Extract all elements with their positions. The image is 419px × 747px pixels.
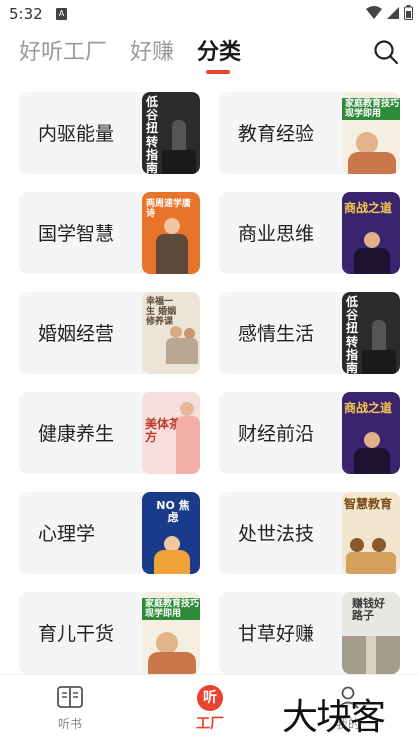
category-thumbnail: 赚钱好路子 bbox=[342, 592, 400, 674]
category-card-love[interactable]: 感情生活 低谷扭转指南 bbox=[219, 292, 400, 374]
nav-item-books[interactable]: 听书 bbox=[40, 685, 100, 732]
category-card-social-skills[interactable]: 处世法技 智慧教育 bbox=[219, 492, 400, 574]
category-grid: 内驱能量 低谷扭转指南 教育经验 家庭教育技巧 现学即用 国学智慧 两周速学唐诗… bbox=[0, 92, 419, 674]
category-card-health[interactable]: 健康养生 美体茶方 bbox=[19, 392, 200, 474]
active-tab-indicator bbox=[206, 70, 230, 74]
category-card-neiqu[interactable]: 内驱能量 低谷扭转指南 bbox=[19, 92, 200, 174]
category-label: 感情生活 bbox=[238, 323, 315, 345]
category-card-psychology[interactable]: 心理学 NO 焦虑 bbox=[19, 492, 200, 574]
category-label: 健康养生 bbox=[38, 423, 115, 445]
category-label: 教育经验 bbox=[238, 123, 315, 145]
category-thumbnail: 智慧教育 bbox=[342, 492, 400, 574]
category-label: 财经前沿 bbox=[238, 423, 315, 445]
watermark-logo: 大块客 bbox=[282, 697, 386, 738]
category-label: 心理学 bbox=[38, 523, 96, 545]
category-card-gancao-earn[interactable]: 甘草好赚 赚钱好路子 bbox=[219, 592, 400, 674]
category-thumbnail: 家庭教育技巧 现学即用 bbox=[142, 592, 200, 674]
book-icon bbox=[57, 686, 83, 708]
category-thumbnail: 幸福一生 婚姻修养课 bbox=[142, 292, 200, 374]
nav-label: 听书 bbox=[57, 717, 82, 731]
category-thumbnail: 家庭教育技巧 现学即用 bbox=[342, 92, 400, 174]
category-card-parenting[interactable]: 育儿干货 家庭教育技巧 现学即用 bbox=[19, 592, 200, 674]
category-card-finance[interactable]: 财经前沿 商战之道 bbox=[219, 392, 400, 474]
status-time: 5:32 bbox=[9, 5, 43, 23]
wifi-icon bbox=[366, 5, 382, 24]
notification-icon: A bbox=[56, 8, 67, 20]
status-icons bbox=[366, 5, 413, 24]
category-card-guoxue[interactable]: 国学智慧 两周速学唐诗 bbox=[19, 192, 200, 274]
category-card-education[interactable]: 教育经验 家庭教育技巧 现学即用 bbox=[219, 92, 400, 174]
category-label: 甘草好赚 bbox=[238, 623, 315, 645]
listen-factory-icon: 听 bbox=[197, 685, 223, 711]
category-card-marriage[interactable]: 婚姻经营 幸福一生 婚姻修养课 bbox=[19, 292, 200, 374]
battery-icon bbox=[404, 5, 413, 24]
category-thumbnail: NO 焦虑 bbox=[142, 492, 200, 574]
category-thumbnail: 两周速学唐诗 bbox=[142, 192, 200, 274]
category-label: 内驱能量 bbox=[38, 123, 115, 145]
category-label: 婚姻经营 bbox=[38, 323, 115, 345]
category-label: 育儿干货 bbox=[38, 623, 115, 645]
category-card-business[interactable]: 商业思维 商战之道 bbox=[219, 192, 400, 274]
category-label: 处世法技 bbox=[238, 523, 315, 545]
category-thumbnail: 美体茶方 bbox=[142, 392, 200, 474]
search-icon bbox=[374, 40, 399, 65]
nav-label: 工厂 bbox=[196, 716, 224, 732]
status-bar: 5:32 A bbox=[0, 0, 419, 30]
tab-category[interactable]: 分类 bbox=[197, 34, 241, 66]
search-button[interactable] bbox=[373, 39, 399, 65]
category-label: 国学智慧 bbox=[38, 223, 115, 245]
nav-item-factory[interactable]: 听 工厂 bbox=[180, 685, 240, 733]
signal-icon bbox=[386, 5, 400, 24]
category-label: 商业思维 bbox=[238, 223, 315, 245]
top-tabs: 好听工厂 好赚 分类 bbox=[0, 30, 419, 78]
category-thumbnail: 商战之道 bbox=[342, 192, 400, 274]
category-thumbnail: 低谷扭转指南 bbox=[142, 92, 200, 174]
tab-haozhuan[interactable]: 好赚 bbox=[130, 34, 174, 66]
category-thumbnail: 商战之道 bbox=[342, 392, 400, 474]
tab-haoting-factory[interactable]: 好听工厂 bbox=[19, 34, 107, 66]
category-thumbnail: 低谷扭转指南 bbox=[342, 292, 400, 374]
